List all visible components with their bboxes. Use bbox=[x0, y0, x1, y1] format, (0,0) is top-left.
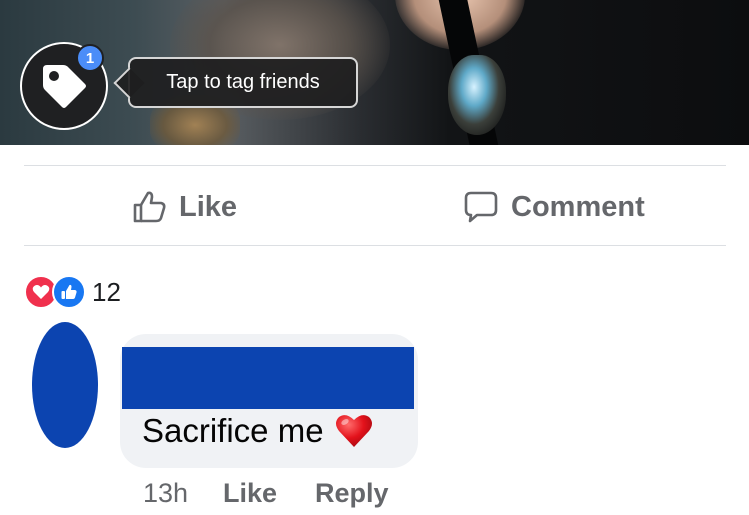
tag-count-badge: 1 bbox=[76, 44, 104, 72]
like-button-label: Like bbox=[179, 190, 238, 223]
post-photo[interactable]: 1 Tap to tag friends bbox=[0, 0, 749, 145]
like-reaction-icon bbox=[52, 275, 86, 309]
photo-detail bbox=[448, 55, 506, 135]
divider bbox=[24, 245, 726, 246]
redacted-commenter-name bbox=[122, 347, 414, 409]
speech-bubble-outline-icon bbox=[463, 189, 499, 225]
red-heart-icon bbox=[334, 413, 374, 449]
thumbs-up-outline-icon bbox=[131, 189, 167, 225]
like-button[interactable]: Like bbox=[131, 183, 237, 231]
avatar[interactable] bbox=[32, 322, 98, 448]
comment-button-label: Comment bbox=[511, 190, 645, 223]
tag-friends-tooltip[interactable]: Tap to tag friends bbox=[128, 57, 358, 108]
divider bbox=[24, 165, 726, 166]
reaction-summary[interactable]: 12 bbox=[24, 275, 121, 309]
tooltip-text: Tap to tag friends bbox=[166, 71, 320, 93]
comment-reply-link[interactable]: Reply bbox=[315, 478, 389, 509]
reaction-count: 12 bbox=[92, 276, 121, 307]
comment-button[interactable]: Comment bbox=[463, 183, 645, 231]
comment-like-link[interactable]: Like bbox=[223, 478, 277, 509]
comment-timestamp: 13h bbox=[143, 478, 189, 508]
comment-body: Sacrifice me bbox=[142, 412, 374, 450]
comment-text: Sacrifice me bbox=[142, 412, 324, 449]
